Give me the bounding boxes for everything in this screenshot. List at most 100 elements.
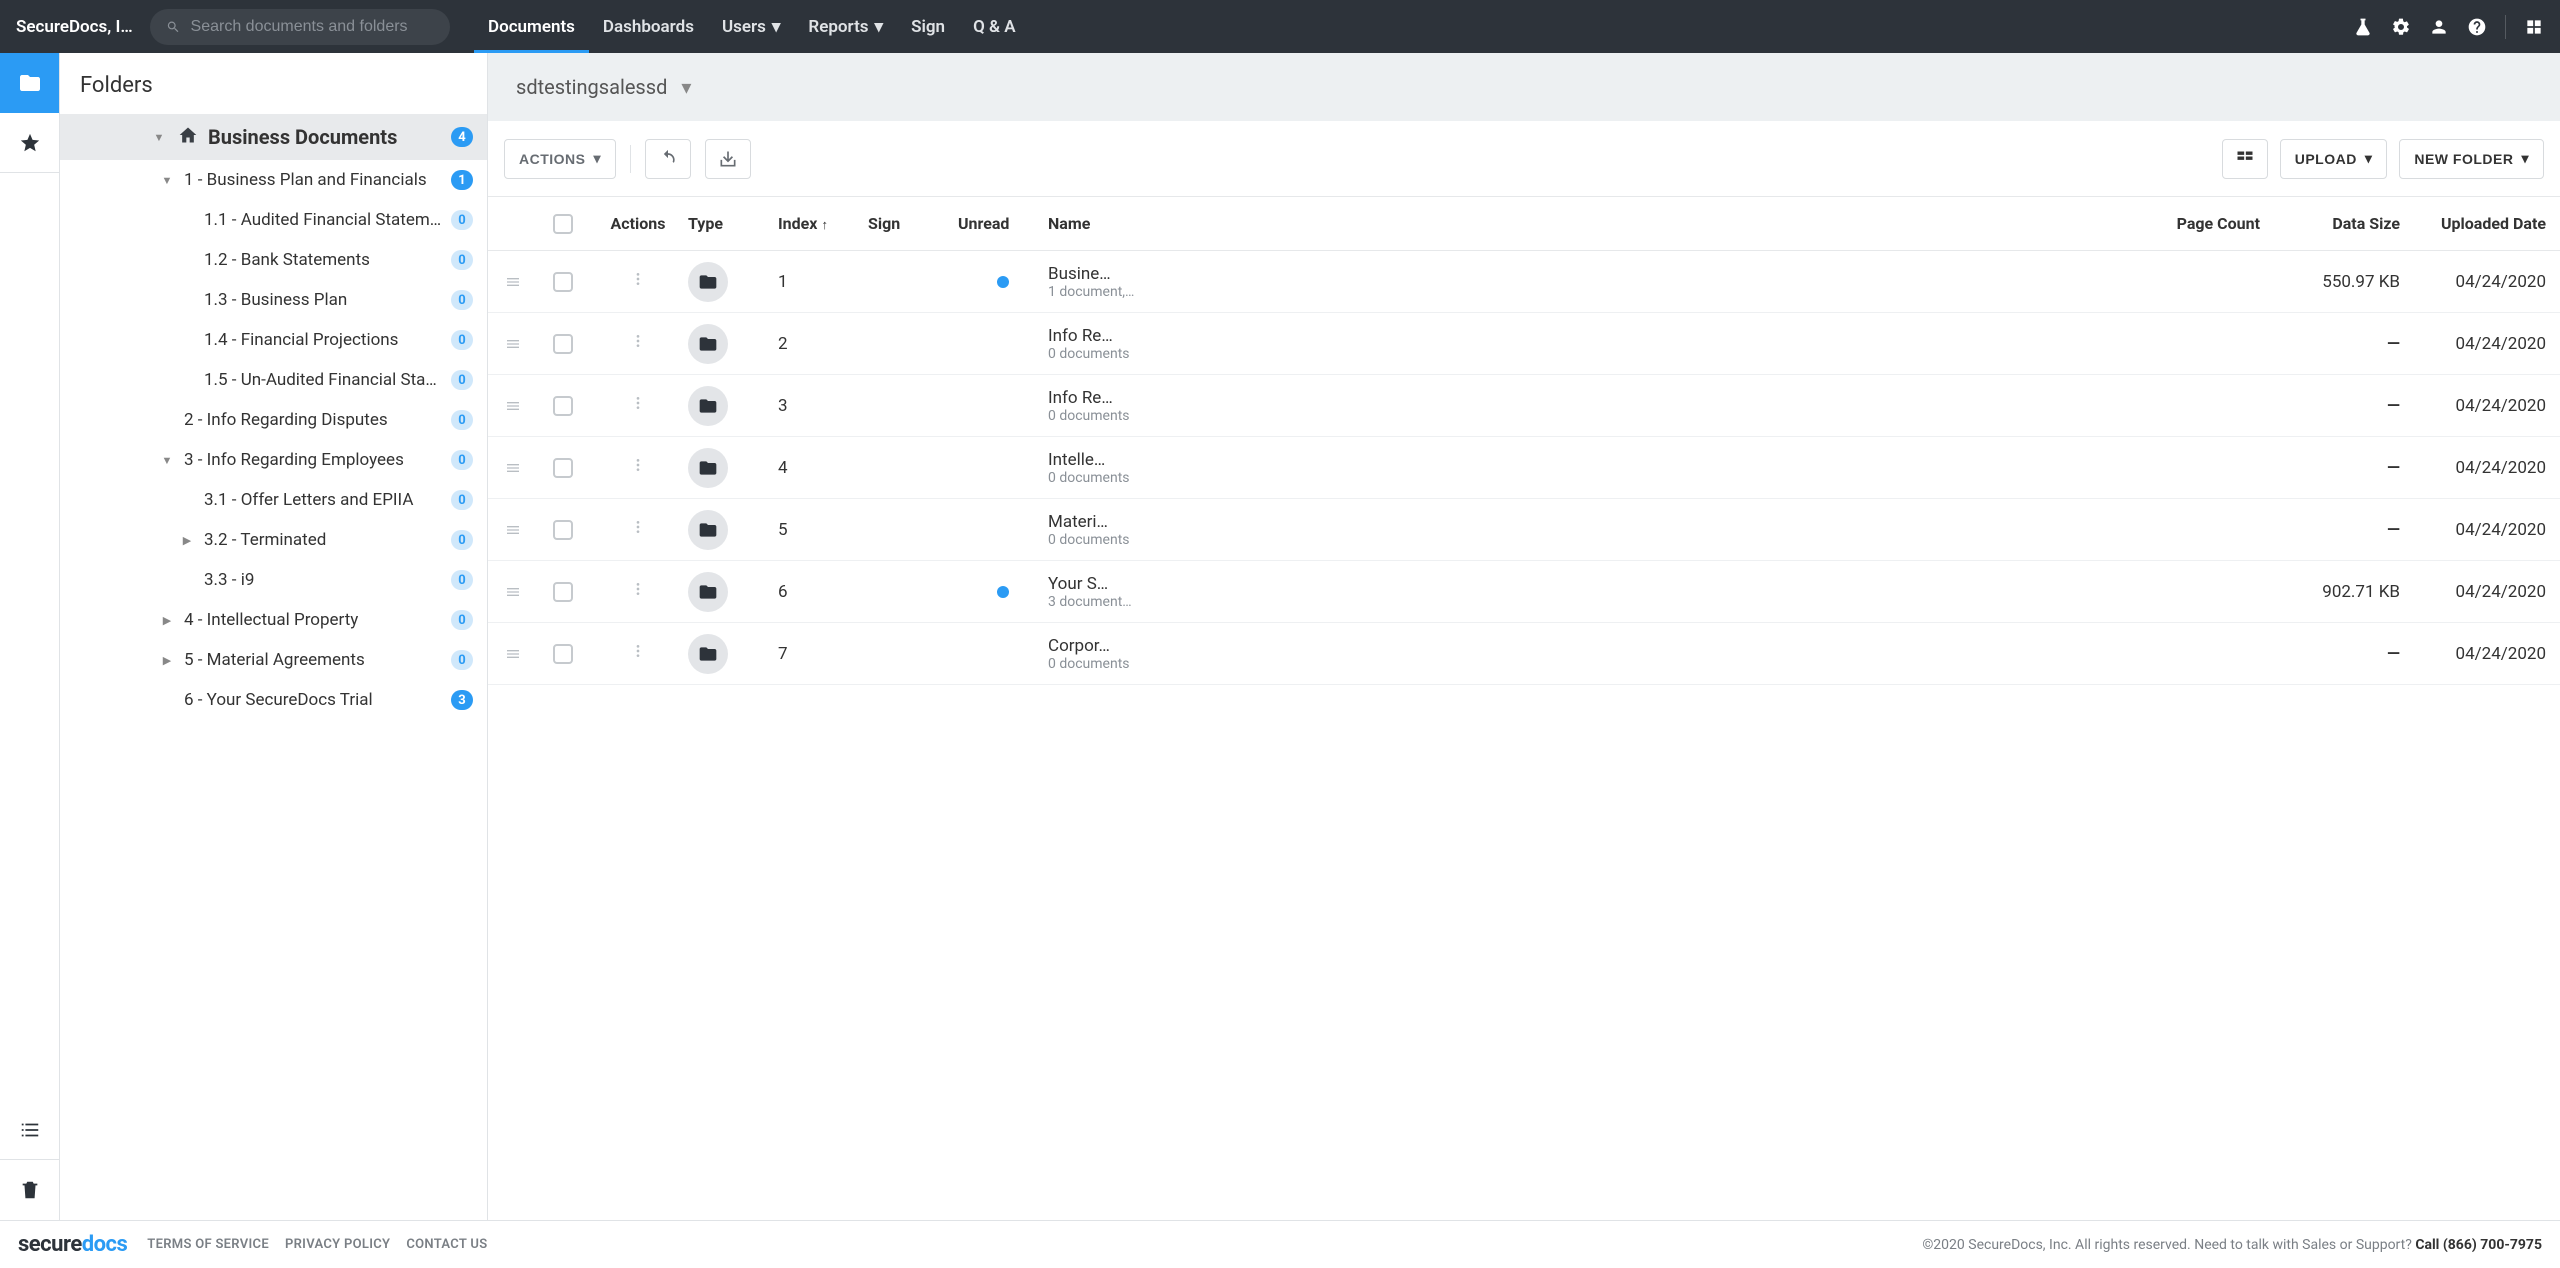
folder-tree: ▼ Business Documents 4 ▼ 1 - Business Pla… [60, 114, 487, 1220]
row-checkbox[interactable] [553, 582, 573, 602]
upload-button[interactable]: UPLOAD▾ [2280, 139, 2388, 179]
tree-item[interactable]: ▶5 - Material Agreements0 [60, 640, 487, 680]
download-button[interactable] [705, 139, 751, 179]
chevron-down-icon: ▾ [875, 17, 884, 37]
new-folder-button[interactable]: NEW FOLDER▾ [2399, 139, 2544, 179]
tree-item-label: 5 - Material Agreements [184, 650, 451, 670]
search-input[interactable] [191, 18, 434, 36]
flask-icon[interactable] [2353, 17, 2373, 37]
tree-item[interactable]: 1.5 - Un-Audited Financial Sta…0 [60, 360, 487, 400]
undo-button[interactable] [645, 139, 691, 179]
table-row[interactable]: 7Corpor…0 documents—04/24/2020 [488, 623, 2560, 685]
tree-arrow[interactable]: ▶ [180, 534, 194, 547]
col-name[interactable]: Name [1048, 214, 2140, 233]
row-checkbox[interactable] [553, 644, 573, 664]
table-row[interactable]: 2Info Re…0 documents—04/24/2020 [488, 313, 2560, 375]
rail-starred[interactable] [0, 113, 59, 173]
chevron-down-icon[interactable]: ▾ [681, 75, 691, 99]
tree-arrow[interactable]: ▼ [160, 174, 174, 187]
nav-sign[interactable]: Sign [897, 0, 959, 53]
drag-handle-icon[interactable] [488, 336, 538, 352]
table-row[interactable]: 1Busine…1 document,…550.97 KB04/24/2020 [488, 251, 2560, 313]
tree-item[interactable]: 6 - Your SecureDocs Trial3 [60, 680, 487, 720]
footer-contact[interactable]: CONTACT US [406, 1237, 487, 1252]
row-actions-menu[interactable] [588, 457, 688, 478]
row-actions-menu[interactable] [588, 519, 688, 540]
row-checkbox[interactable] [553, 396, 573, 416]
footer: securedocs TERMS OF SERVICE PRIVACY POLI… [0, 1220, 2560, 1268]
tree-item[interactable]: 1.3 - Business Plan0 [60, 280, 487, 320]
nav-qa[interactable]: Q & A [959, 0, 1030, 53]
drag-handle-icon[interactable] [488, 274, 538, 290]
tree-item[interactable]: ▼3 - Info Regarding Employees0 [60, 440, 487, 480]
tree-item[interactable]: 1.2 - Bank Statements0 [60, 240, 487, 280]
gear-icon[interactable] [2391, 17, 2411, 37]
tree-item[interactable]: ▶ 3.2 - Terminated0 [60, 520, 487, 560]
nav-dashboards[interactable]: Dashboards [589, 0, 708, 53]
actions-button[interactable]: ACTIONS▾ [504, 139, 616, 179]
nav-reports[interactable]: Reports▾ [794, 0, 897, 53]
col-index[interactable]: Index↑ [778, 214, 868, 233]
drag-handle-icon[interactable] [488, 522, 538, 538]
row-checkbox[interactable] [553, 458, 573, 478]
col-unread[interactable]: Unread [958, 214, 1048, 233]
col-type[interactable]: Type [688, 214, 778, 233]
footer-privacy[interactable]: PRIVACY POLICY [285, 1237, 390, 1252]
row-index: 3 [778, 396, 868, 416]
rail-list[interactable] [0, 1100, 59, 1160]
tree-root[interactable]: ▼ Business Documents 4 [60, 114, 487, 160]
breadcrumb[interactable]: sdtestingsalessd ▾ [488, 53, 2560, 121]
chevron-down-icon[interactable]: ▼ [152, 131, 166, 144]
unread-dot-icon [997, 276, 1009, 288]
user-icon[interactable] [2429, 17, 2449, 37]
table-row[interactable]: 5Materi…0 documents—04/24/2020 [488, 499, 2560, 561]
nav-documents[interactable]: Documents [474, 0, 589, 53]
nav-users[interactable]: Users▾ [708, 0, 794, 53]
drag-handle-icon[interactable] [488, 646, 538, 662]
table-row[interactable]: 3Info Re…0 documents—04/24/2020 [488, 375, 2560, 437]
tree-item[interactable]: ▼1 - Business Plan and Financials1 [60, 160, 487, 200]
drag-handle-icon[interactable] [488, 460, 538, 476]
badge: 0 [451, 530, 473, 550]
tree-item[interactable]: 2 - Info Regarding Disputes0 [60, 400, 487, 440]
row-name: Info Re…0 documents [1048, 326, 2140, 362]
tree-item-label: 3.2 - Terminated [204, 530, 451, 550]
row-checkbox[interactable] [553, 272, 573, 292]
row-actions-menu[interactable] [588, 395, 688, 416]
table-body: 1Busine…1 document,…550.97 KB04/24/20202… [488, 251, 2560, 685]
row-actions-menu[interactable] [588, 271, 688, 292]
col-page[interactable]: Page Count [2140, 214, 2260, 233]
row-checkbox[interactable] [553, 334, 573, 354]
row-actions-menu[interactable] [588, 643, 688, 664]
tree-item-label: 1 - Business Plan and Financials [184, 170, 451, 190]
col-actions[interactable]: Actions [588, 214, 688, 233]
row-index: 4 [778, 458, 868, 478]
rail-trash[interactable] [0, 1160, 59, 1220]
rail-folders[interactable] [0, 53, 59, 113]
col-date[interactable]: Uploaded Date [2400, 214, 2560, 233]
tree-item[interactable]: 3.3 - i90 [60, 560, 487, 600]
select-all-checkbox[interactable] [553, 214, 573, 234]
tree-arrow[interactable]: ▶ [160, 654, 174, 667]
tree-item[interactable]: ▶4 - Intellectual Property0 [60, 600, 487, 640]
apps-icon[interactable] [2524, 17, 2544, 37]
tree-item[interactable]: 1.1 - Audited Financial Statem…0 [60, 200, 487, 240]
tree-item[interactable]: 1.4 - Financial Projections0 [60, 320, 487, 360]
table-row[interactable]: 6Your S…3 document…902.71 KB04/24/2020 [488, 561, 2560, 623]
row-checkbox[interactable] [553, 520, 573, 540]
drag-handle-icon[interactable] [488, 398, 538, 414]
col-sign[interactable]: Sign [868, 214, 958, 233]
layout-button[interactable] [2222, 139, 2268, 179]
drag-handle-icon[interactable] [488, 584, 538, 600]
tree-arrow[interactable]: ▼ [160, 454, 174, 467]
table-row[interactable]: 4Intelle…0 documents—04/24/2020 [488, 437, 2560, 499]
footer-tos[interactable]: TERMS OF SERVICE [147, 1237, 269, 1252]
tree-item[interactable]: 3.1 - Offer Letters and EPIIA0 [60, 480, 487, 520]
row-actions-menu[interactable] [588, 333, 688, 354]
search-box[interactable] [150, 9, 450, 45]
tree-arrow[interactable]: ▶ [160, 614, 174, 627]
tree-item-label: 3 - Info Regarding Employees [184, 450, 451, 470]
col-size[interactable]: Data Size [2260, 214, 2400, 233]
help-icon[interactable] [2467, 17, 2487, 37]
row-actions-menu[interactable] [588, 581, 688, 602]
